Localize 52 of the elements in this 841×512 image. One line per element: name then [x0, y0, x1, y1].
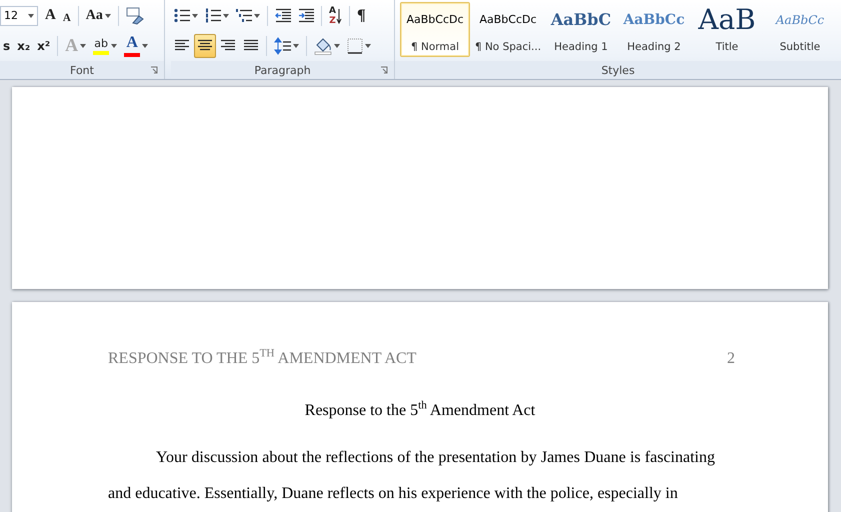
- multilevel-list-icon: [236, 8, 252, 23]
- group-label: Styles: [601, 64, 635, 76]
- style-gallery-item[interactable]: AaBbCcDc ¶ Normal: [400, 2, 470, 57]
- align-right-icon: [220, 39, 236, 52]
- justify-icon: [243, 39, 259, 52]
- style-gallery-item[interactable]: AaB Title: [692, 2, 762, 57]
- dropdown-caret-icon[interactable]: [365, 44, 371, 48]
- style-gallery-item[interactable]: AaBbC Heading 1: [546, 2, 616, 57]
- align-center-icon: [197, 39, 213, 52]
- down-arrow-icon: [336, 8, 342, 24]
- eraser-icon: [126, 6, 144, 24]
- increase-indent-icon: [298, 8, 314, 23]
- paint-bucket-icon: [314, 36, 332, 54]
- align-left-icon: [174, 39, 190, 52]
- border-grid-icon: [347, 38, 363, 54]
- dropdown-caret-icon[interactable]: [223, 14, 229, 18]
- show-marks-button[interactable]: ¶: [354, 4, 369, 28]
- running-header: RESPONSE TO THE 5$^{TH}$ AMENDMENT ACT: [108, 350, 416, 368]
- highlight-button[interactable]: ab: [90, 34, 120, 58]
- document-title: Response to the 5$^{th}$ Amendment Act: [304, 402, 536, 419]
- shrink-font-button[interactable]: A: [60, 4, 74, 28]
- decrease-indent-icon: [275, 8, 291, 23]
- font-size-field[interactable]: 12: [0, 6, 38, 26]
- dropdown-caret-icon[interactable]: [80, 44, 86, 48]
- strikethrough-button[interactable]: s: [0, 34, 14, 58]
- dropdown-caret-icon[interactable]: [142, 44, 148, 48]
- group-label: Font: [70, 64, 94, 76]
- sort-button[interactable]: A Z: [326, 4, 345, 28]
- body-paragraph: Your discussion about the reflections of the presentation by James Duane is fascinating and educative. Essentially, Duane reflects on his experience with the police, especially in: [108, 448, 715, 504]
- superscript-button[interactable]: x²: [34, 34, 54, 58]
- subscript-button[interactable]: x₂: [14, 34, 34, 58]
- center-button[interactable]: [194, 34, 216, 58]
- dropdown-caret-icon[interactable]: [293, 44, 299, 48]
- dropdown-caret-icon[interactable]: [111, 44, 118, 48]
- style-gallery-item[interactable]: AaBbCc Heading 2: [619, 2, 689, 57]
- dropdown-caret-icon[interactable]: [28, 14, 34, 18]
- font-color-button[interactable]: A: [121, 34, 152, 58]
- numbered-list-icon: [205, 8, 221, 23]
- bulleted-list-icon: [174, 8, 190, 23]
- style-gallery-item[interactable]: AaBbCcDc ¶ No Spaci...: [473, 2, 543, 57]
- dialog-launcher-icon[interactable]: [150, 66, 158, 74]
- dialog-launcher-icon[interactable]: [380, 66, 388, 74]
- dropdown-caret-icon[interactable]: [104, 14, 111, 18]
- change-case-button[interactable]: Aa: [82, 4, 114, 28]
- style-gallery-item[interactable]: AaBbCc Subtitle: [765, 2, 835, 57]
- grow-font-button[interactable]: A: [42, 4, 59, 28]
- dropdown-caret-icon[interactable]: [254, 14, 260, 18]
- page-number: 2: [727, 350, 735, 368]
- dropdown-caret-icon[interactable]: [334, 44, 340, 48]
- dropdown-caret-icon[interactable]: [192, 14, 198, 18]
- group-label: Paragraph: [254, 64, 311, 76]
- line-spacing-icon: [274, 36, 291, 54]
